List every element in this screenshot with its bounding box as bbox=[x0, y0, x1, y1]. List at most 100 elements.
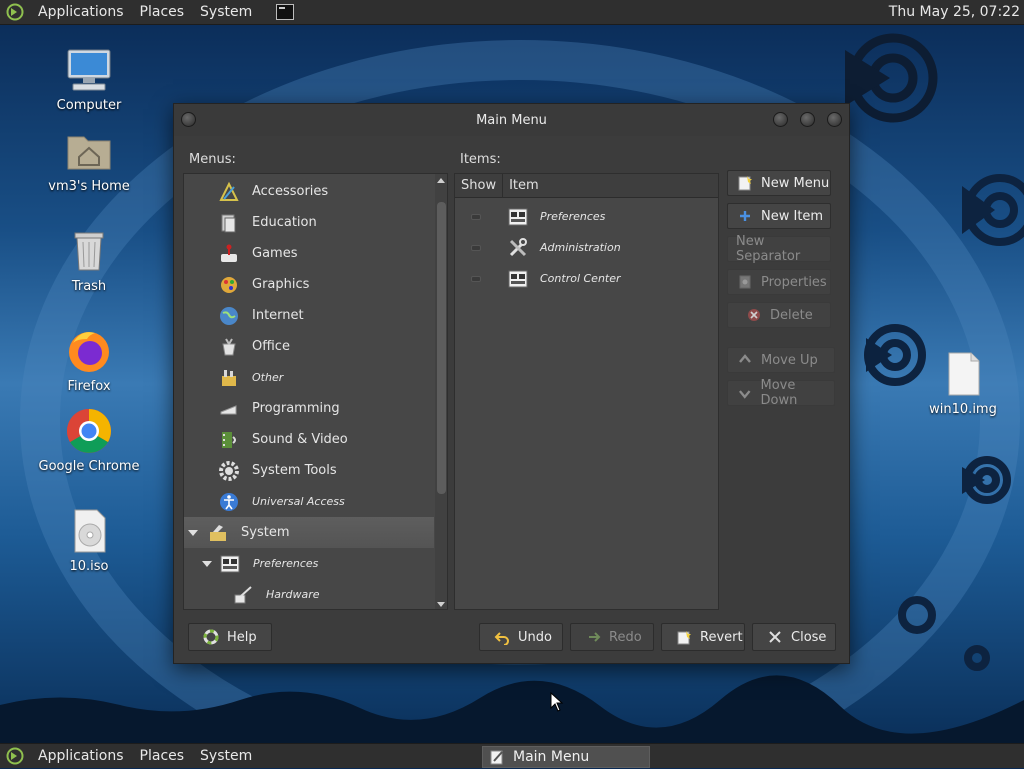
menu-row-hardware[interactable]: Hardware bbox=[184, 579, 434, 609]
desktop-icon-label: 10.iso bbox=[69, 559, 109, 574]
menu-label: System bbox=[241, 525, 290, 540]
redo-icon bbox=[589, 632, 601, 642]
menu-label: Hardware bbox=[266, 588, 320, 601]
menu-label: Internet bbox=[252, 308, 304, 323]
desktop-icon-10iso[interactable]: 10.iso bbox=[34, 507, 144, 574]
system-menu[interactable]: System bbox=[192, 0, 260, 25]
column-show[interactable]: Show bbox=[455, 178, 496, 193]
move-down-label: Move Down bbox=[760, 378, 798, 408]
new-menu-button[interactable]: New Menu bbox=[727, 170, 831, 196]
close-window-button[interactable] bbox=[827, 112, 842, 127]
help-label: Help bbox=[227, 629, 257, 645]
menu-row-education[interactable]: Education bbox=[184, 207, 434, 238]
properties-icon bbox=[739, 275, 751, 289]
desktop-icon-label: Google Chrome bbox=[38, 459, 140, 474]
item-row-preferences[interactable]: Preferences bbox=[455, 201, 718, 232]
office-icon bbox=[222, 337, 236, 355]
new-menu-label: New Menu bbox=[761, 175, 830, 191]
menu-label: Office bbox=[252, 339, 290, 354]
redo-label: Redo bbox=[609, 629, 642, 645]
menu-row-preferences[interactable]: Preferences bbox=[184, 548, 434, 579]
chrome-icon bbox=[67, 409, 111, 453]
bottom-panel: Applications Places System Main Menu bbox=[0, 743, 1024, 768]
expander-icon[interactable] bbox=[188, 529, 198, 536]
show-checkbox[interactable] bbox=[471, 244, 481, 251]
maximize-button[interactable] bbox=[800, 112, 815, 127]
applications-menu[interactable]: Applications bbox=[30, 744, 132, 769]
item-label: Preferences bbox=[540, 210, 606, 223]
places-menu[interactable]: Places bbox=[132, 0, 193, 25]
hardware-icon bbox=[234, 585, 252, 603]
item-row-control-center[interactable]: Control Center bbox=[455, 263, 718, 294]
menus-scrollbar[interactable] bbox=[435, 174, 447, 609]
menu-row-sound-video[interactable]: Sound & Video bbox=[184, 424, 434, 455]
menu-row-system[interactable]: System bbox=[184, 517, 434, 548]
menu-row-other[interactable]: Other bbox=[184, 362, 434, 393]
menu-label: Education bbox=[252, 215, 317, 230]
undo-label: Undo bbox=[518, 629, 552, 645]
revert-button[interactable]: Revert bbox=[661, 623, 745, 651]
distro-logo-icon[interactable] bbox=[6, 3, 24, 21]
menu-row-programming[interactable]: Programming bbox=[184, 393, 434, 424]
scroll-up-icon[interactable] bbox=[437, 178, 445, 183]
minimize-button[interactable] bbox=[773, 112, 788, 127]
new-item-label: New Item bbox=[761, 208, 824, 224]
menu-row-office[interactable]: Office bbox=[184, 331, 434, 362]
window-menu-button[interactable] bbox=[181, 112, 196, 127]
close-button[interactable]: Close bbox=[752, 623, 836, 651]
preferences-icon bbox=[508, 208, 528, 225]
show-checkbox[interactable] bbox=[471, 213, 481, 220]
new-menu-icon bbox=[738, 176, 752, 191]
delete-button[interactable]: Delete bbox=[727, 302, 831, 328]
show-checkbox[interactable] bbox=[471, 275, 481, 282]
menu-row-games[interactable]: Games bbox=[184, 238, 434, 269]
applications-menu[interactable]: Applications bbox=[30, 0, 132, 25]
disc-image-icon bbox=[74, 509, 106, 553]
menu-row-accessories[interactable]: Accessories bbox=[184, 176, 434, 207]
items-header: Show Item bbox=[455, 173, 718, 198]
items-list[interactable]: Show Item Preferences Administration Con… bbox=[454, 173, 719, 610]
preferences-icon bbox=[220, 555, 240, 572]
menu-row-system-tools[interactable]: System Tools bbox=[184, 455, 434, 486]
move-down-button[interactable]: Move Down bbox=[727, 378, 835, 408]
desktop-icon-computer[interactable]: Computer bbox=[34, 46, 144, 113]
desktop-icon-trash[interactable]: Trash bbox=[34, 227, 144, 294]
taskbar-main-menu-button[interactable]: Main Menu bbox=[482, 746, 650, 768]
places-menu[interactable]: Places bbox=[132, 744, 193, 769]
new-item-button[interactable]: New Item bbox=[727, 203, 831, 229]
undo-button[interactable]: Undo bbox=[479, 623, 563, 651]
menu-row-universal-access[interactable]: Universal Access bbox=[184, 486, 434, 517]
menu-label: Games bbox=[252, 246, 298, 261]
item-row-administration[interactable]: Administration bbox=[455, 232, 718, 263]
column-item[interactable]: Item bbox=[503, 178, 539, 193]
items-label: Items: bbox=[460, 152, 501, 167]
menus-tree[interactable]: Accessories Education Games Graphics Int… bbox=[183, 173, 448, 610]
redo-button[interactable]: Redo bbox=[570, 623, 654, 651]
revert-icon bbox=[677, 631, 691, 645]
scroll-down-icon[interactable] bbox=[437, 602, 445, 607]
menu-row-internet[interactable]: Internet bbox=[184, 300, 434, 331]
item-label: Administration bbox=[540, 241, 621, 254]
new-separator-button[interactable]: New Separator bbox=[727, 234, 831, 264]
scroll-thumb[interactable] bbox=[437, 202, 446, 494]
item-label: Control Center bbox=[540, 272, 621, 285]
properties-button[interactable]: Properties bbox=[727, 269, 831, 295]
menu-label: Graphics bbox=[252, 277, 310, 292]
move-up-button[interactable]: Move Up bbox=[727, 347, 835, 373]
help-button[interactable]: Help bbox=[188, 623, 272, 651]
desktop-icon-firefox[interactable]: Firefox bbox=[34, 327, 144, 394]
main-menu-window: Main Menu Menus: Items: Accessories Educ… bbox=[173, 103, 850, 664]
desktop-icon-home[interactable]: vm3's Home bbox=[34, 127, 144, 194]
menu-row-graphics[interactable]: Graphics bbox=[184, 269, 434, 300]
internet-icon bbox=[220, 306, 238, 325]
system-menu[interactable]: System bbox=[192, 744, 260, 769]
expander-icon[interactable] bbox=[202, 560, 212, 567]
window-titlebar[interactable]: Main Menu bbox=[174, 104, 849, 136]
desktop-icon-label: Computer bbox=[56, 98, 122, 113]
menu-label: Programming bbox=[252, 401, 340, 416]
desktop-icon-chrome[interactable]: Google Chrome bbox=[34, 407, 144, 474]
clock[interactable]: Thu May 25, 07:22 bbox=[889, 4, 1024, 20]
desktop-icon-win10img[interactable]: win10.img bbox=[908, 350, 1018, 417]
terminal-launcher-icon[interactable] bbox=[276, 4, 295, 20]
distro-logo-icon[interactable] bbox=[6, 747, 24, 765]
